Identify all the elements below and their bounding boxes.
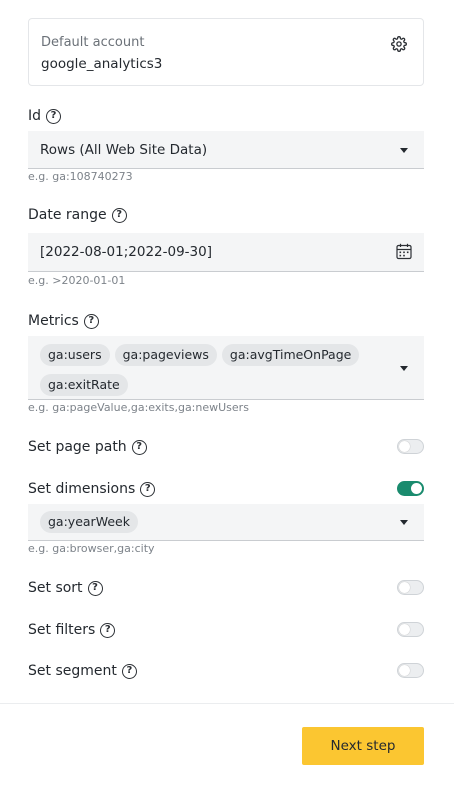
help-circle-icon[interactable]: ? (140, 481, 156, 497)
chevron-down-icon (400, 365, 408, 371)
page-path-toggle[interactable] (397, 439, 424, 454)
help-circle-icon[interactable]: ? (46, 108, 62, 124)
page-path-label: Set page path (28, 439, 127, 455)
dimensions-label: Set dimensions (28, 481, 136, 497)
metric-chip[interactable]: ga:exitRate (40, 374, 128, 396)
date-range-input[interactable]: [2022-08-01;2022-09-30] (28, 233, 424, 272)
help-circle-icon[interactable]: ? (121, 663, 137, 679)
metric-chip[interactable]: ga:pageviews (114, 344, 217, 366)
sort-toggle[interactable] (397, 580, 424, 595)
filters-label-row: Set filters ? (28, 622, 116, 638)
dimensions-chip-list: ga:yearWeek (28, 511, 178, 533)
toggle-knob (399, 441, 410, 452)
metric-chip[interactable]: ga:avgTimeOnPage (221, 344, 360, 366)
date-range-value: [2022-08-01;2022-09-30] (40, 244, 212, 260)
dimensions-label-row: Set dimensions ? (28, 481, 156, 497)
metrics-chip-list: ga:users ga:pageviews ga:avgTimeOnPage g… (28, 336, 424, 396)
id-label: Id (28, 108, 42, 124)
segment-label: Set segment (28, 663, 117, 679)
dimension-chip[interactable]: ga:yearWeek (40, 511, 138, 533)
chevron-down-icon (400, 147, 408, 153)
toggle-knob (411, 483, 422, 494)
footer-divider (0, 703, 454, 704)
dimensions-hint: e.g. ga:browser,ga:city (28, 542, 155, 555)
next-step-button[interactable]: Next step (302, 727, 424, 765)
default-account-label: Default account (41, 35, 145, 50)
segment-toggle[interactable] (397, 663, 424, 678)
toggle-knob (399, 624, 410, 635)
filters-toggle[interactable] (397, 622, 424, 637)
id-hint: e.g. ga:108740273 (28, 170, 133, 183)
default-account-card: Default account google_analytics3 (28, 18, 424, 86)
default-account-value: google_analytics3 (41, 56, 163, 72)
metrics-hint: e.g. ga:pageValue,ga:exits,ga:newUsers (28, 401, 249, 414)
date-range-label: Date range (28, 207, 107, 223)
help-circle-icon[interactable]: ? (87, 580, 103, 596)
calendar-icon[interactable] (396, 243, 412, 260)
dimensions-toggle[interactable] (397, 481, 424, 496)
help-circle-icon[interactable]: ? (111, 207, 127, 223)
id-select-value: Rows (All Web Site Data) (40, 141, 208, 158)
id-select[interactable]: Rows (All Web Site Data) (28, 131, 424, 169)
page-path-label-row: Set page path ? (28, 439, 147, 455)
help-circle-icon[interactable]: ? (131, 439, 147, 455)
date-range-label-row: Date range ? (28, 207, 127, 223)
gear-icon[interactable] (391, 36, 407, 52)
sort-label: Set sort (28, 580, 83, 596)
metric-chip[interactable]: ga:users (40, 344, 110, 366)
help-circle-icon[interactable]: ? (100, 622, 116, 638)
filters-label: Set filters (28, 622, 96, 638)
id-label-row: Id ? (28, 108, 62, 124)
toggle-knob (399, 665, 410, 676)
chevron-down-icon (400, 520, 408, 525)
date-range-hint: e.g. >2020-01-01 (28, 274, 126, 287)
dimensions-multiselect[interactable]: ga:yearWeek (28, 504, 424, 541)
metrics-multiselect[interactable]: ga:users ga:pageviews ga:avgTimeOnPage g… (28, 336, 424, 400)
metrics-label: Metrics (28, 313, 79, 329)
sort-label-row: Set sort ? (28, 580, 103, 596)
help-circle-icon[interactable]: ? (83, 313, 99, 329)
segment-label-row: Set segment ? (28, 663, 137, 679)
metrics-label-row: Metrics ? (28, 313, 99, 329)
toggle-knob (399, 582, 410, 593)
